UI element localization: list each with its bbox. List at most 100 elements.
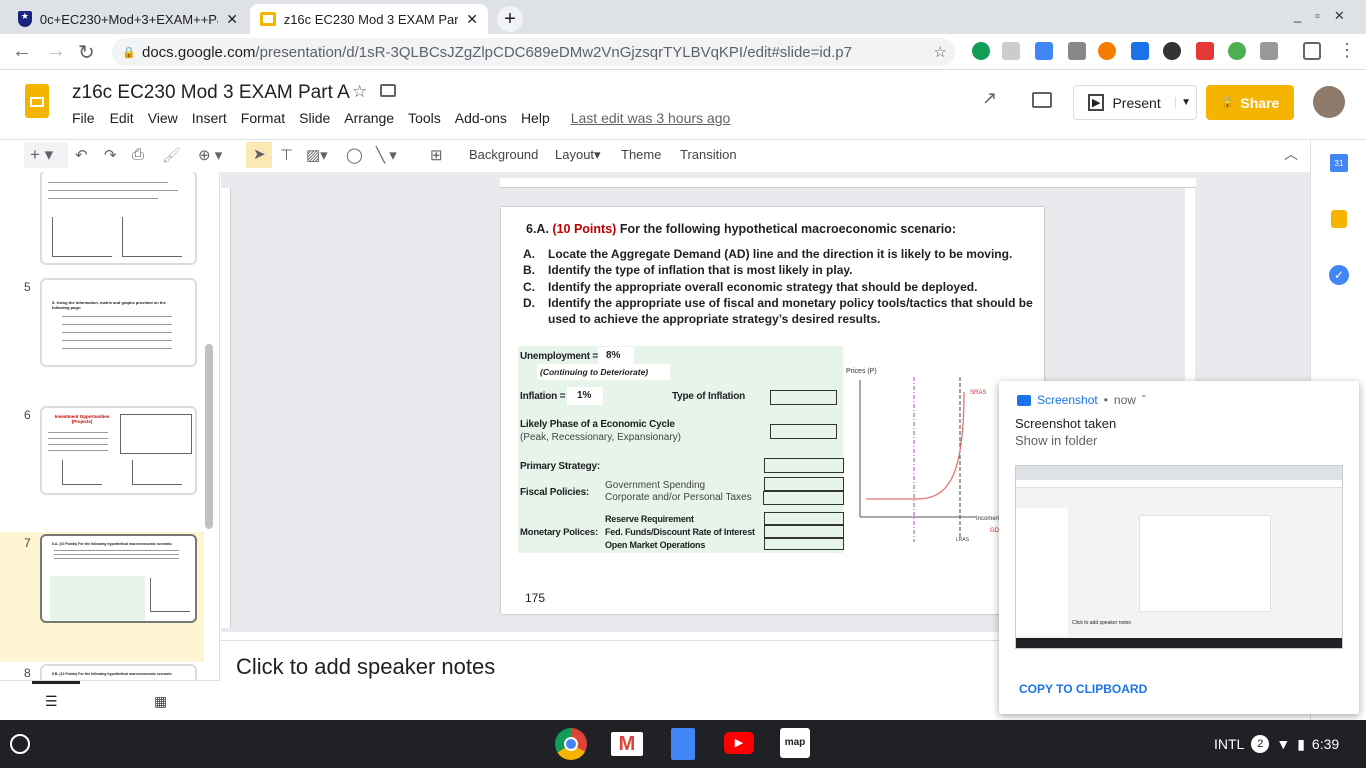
doc-title[interactable]: z16c EC230 Mod 3 EXAM Part A: [72, 82, 350, 104]
screenshot-notification[interactable]: Screenshot • now ˆ Screenshot taken Show i…: [999, 381, 1359, 714]
share-button[interactable]: 🔒 Share: [1206, 85, 1294, 120]
paint-format-icon[interactable]: 🖌: [162, 146, 181, 164]
keep-icon[interactable]: [1331, 210, 1347, 228]
shape-icon[interactable]: ◯: [346, 146, 363, 164]
item-letter: D.: [523, 295, 535, 310]
menu-file[interactable]: File: [72, 110, 95, 126]
menu-view[interactable]: View: [148, 110, 178, 126]
image-icon[interactable]: ▨▾: [306, 146, 328, 164]
transition-button[interactable]: Transition: [680, 147, 737, 162]
slides-logo-icon[interactable]: [25, 84, 49, 118]
zoom-icon[interactable]: ⊕ ▾: [198, 146, 222, 164]
cast-icon[interactable]: [1303, 42, 1321, 60]
comments-icon[interactable]: [1032, 92, 1052, 108]
url-input[interactable]: 🔒 docs.google.com/presentation/d/1sR-3QL…: [112, 38, 955, 66]
tab-slides[interactable]: z16c EC230 Mod 3 EXAM Part A ✕: [250, 4, 488, 34]
gmail-extension-icon[interactable]: [1002, 42, 1020, 60]
primary-strategy-answer-box[interactable]: [764, 458, 844, 473]
new-tab-button[interactable]: +: [497, 6, 523, 32]
new-slide-button[interactable]: + ▾: [24, 142, 68, 168]
star-icon[interactable]: ☆: [934, 43, 947, 61]
fiscal-item: Government Spending: [605, 480, 706, 491]
slide[interactable]: 6.A. (10 Points) For the following hypot…: [501, 207, 1044, 614]
type-of-inflation-answer-box[interactable]: [770, 390, 837, 405]
reload-icon[interactable]: ↻: [78, 40, 95, 65]
collapse-icon[interactable]: ︿: [1284, 144, 1298, 164]
extension-icon[interactable]: [1228, 42, 1246, 60]
background-button[interactable]: Background: [469, 147, 538, 162]
close-icon[interactable]: ✕: [466, 11, 478, 28]
layout-button[interactable]: Layout▾: [555, 147, 601, 163]
window-controls[interactable]: _▫✕: [1294, 8, 1359, 24]
extension-icon[interactable]: [972, 42, 990, 60]
print-icon[interactable]: ⎙: [132, 146, 144, 163]
monetary-answer-box[interactable]: [764, 512, 844, 525]
line-icon[interactable]: ╲ ▾: [376, 146, 397, 164]
tasks-icon[interactable]: ✓: [1329, 265, 1349, 285]
back-icon[interactable]: ←: [12, 40, 32, 63]
item-text: Locate the Aggregate Demand (AD) line an…: [548, 247, 1013, 261]
menu-arrange[interactable]: Arrange: [344, 110, 394, 126]
fiscal-answer-box[interactable]: [763, 491, 844, 505]
item-text: Identify the appropriate overall economi…: [548, 279, 978, 294]
thumb-title: 5. Using the information, matrix and gra…: [52, 300, 166, 310]
fiscal-answer-box[interactable]: [764, 477, 844, 491]
menu-tools[interactable]: Tools: [408, 110, 441, 126]
menu-edit[interactable]: Edit: [110, 110, 134, 126]
avatar[interactable]: [1313, 86, 1345, 118]
last-edit-link[interactable]: Last edit was 3 hours ago: [571, 110, 731, 126]
copy-to-clipboard-button[interactable]: COPY TO CLIPBOARD: [1019, 682, 1147, 696]
forward-icon[interactable]: →: [46, 40, 66, 63]
launcher-icon[interactable]: [10, 734, 30, 754]
chevron-up-icon[interactable]: ˆ: [1142, 393, 1146, 407]
firefox-extension-icon[interactable]: [1098, 42, 1116, 60]
extension-icon[interactable]: [1196, 42, 1214, 60]
slide-thumbnail-4[interactable]: [40, 172, 197, 265]
slide-thumbnail-7[interactable]: 6.A. (10 Points) For the following hypot…: [40, 534, 197, 623]
chevron-down-icon[interactable]: ▼: [1175, 97, 1196, 108]
monetary-answer-box[interactable]: [764, 525, 844, 538]
extension-icon[interactable]: [1260, 42, 1278, 60]
youtube-icon[interactable]: ▶: [724, 732, 754, 754]
chrome-icon[interactable]: [555, 728, 587, 760]
map-app-icon[interactable]: map: [780, 728, 810, 758]
extension-icon[interactable]: [1068, 42, 1086, 60]
undo-icon[interactable]: ↶: [75, 146, 88, 164]
menu-addons[interactable]: Add-ons: [455, 110, 507, 126]
status-area[interactable]: INTL 2 ▼ ▮ 6:39: [1204, 726, 1360, 762]
filmstrip-scrollbar[interactable]: [205, 344, 213, 529]
menu-help[interactable]: Help: [521, 110, 550, 126]
present-button[interactable]: ▶ Present ▼: [1073, 85, 1197, 120]
slide-thumbnail-5[interactable]: 5. Using the information, matrix and gra…: [40, 278, 197, 367]
extension-icon[interactable]: [1131, 42, 1149, 60]
theme-button[interactable]: Theme: [621, 147, 661, 162]
menu-format[interactable]: Format: [241, 110, 285, 126]
monetary-answer-box[interactable]: [764, 538, 844, 550]
docs-icon[interactable]: [671, 728, 695, 760]
inflation-label: Inflation =: [520, 391, 566, 402]
gmail-icon[interactable]: M: [611, 732, 643, 756]
show-in-folder-link[interactable]: Show in folder: [1015, 433, 1097, 448]
select-icon[interactable]: ➤: [246, 142, 272, 168]
extension-icon[interactable]: [1035, 42, 1053, 60]
extension-icon[interactable]: [1163, 42, 1181, 60]
tab-pdf[interactable]: ★ 0c+EC230+Mod+3+EXAM++Par ✕: [8, 4, 248, 34]
activity-icon[interactable]: ↗: [982, 88, 997, 109]
slide-thumbnail-8[interactable]: 6.B. (10 Points) For the following hypot…: [40, 664, 197, 680]
slide-thumbnail-6[interactable]: Investment Opportunities (Projects): [40, 406, 197, 495]
filmstrip-view-icon[interactable]: ☰: [45, 693, 58, 710]
calendar-icon[interactable]: 31: [1330, 154, 1348, 172]
grid-view-icon[interactable]: ▦: [154, 693, 167, 710]
screenshot-preview[interactable]: Click to add speaker notes: [1015, 465, 1343, 649]
menu-insert[interactable]: Insert: [192, 110, 227, 126]
move-folder-icon[interactable]: [380, 84, 396, 97]
redo-icon[interactable]: ↷: [104, 146, 117, 164]
speaker-notes-placeholder[interactable]: Click to add speaker notes: [236, 654, 495, 680]
add-comment-icon[interactable]: ⊞: [430, 146, 443, 164]
phase-answer-box[interactable]: [770, 424, 837, 439]
close-icon[interactable]: ✕: [226, 11, 238, 28]
star-icon[interactable]: ☆: [352, 82, 367, 102]
menu-slide[interactable]: Slide: [299, 110, 330, 126]
text-box-icon[interactable]: ⊤: [280, 146, 293, 164]
more-icon[interactable]: ⋮: [1338, 40, 1356, 61]
